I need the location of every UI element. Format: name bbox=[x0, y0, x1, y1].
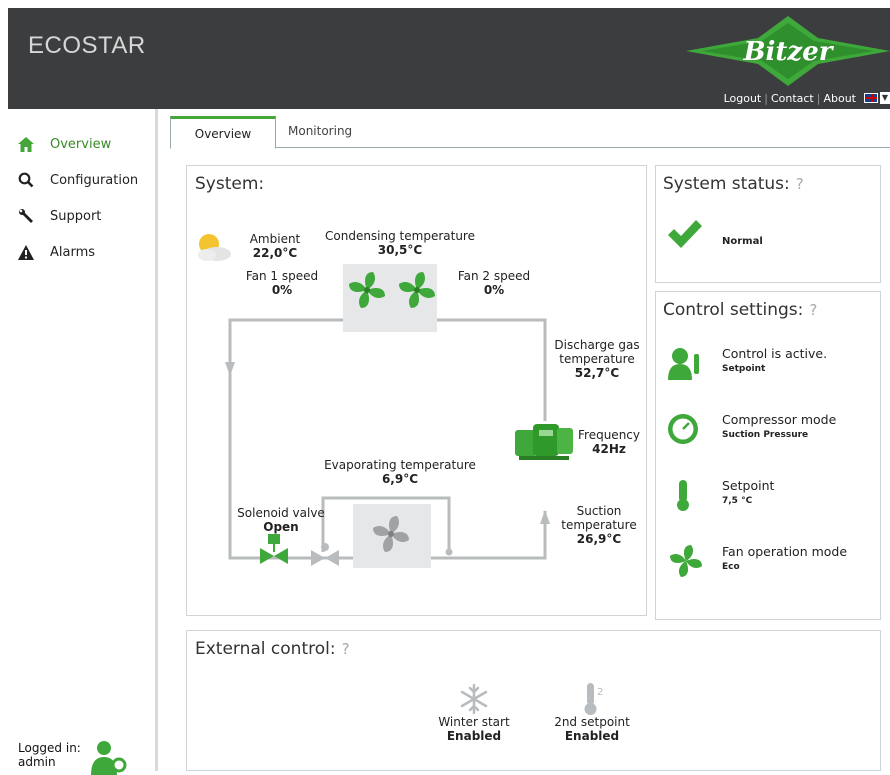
uk-flag-icon[interactable] bbox=[864, 93, 878, 103]
pipe-discharge bbox=[437, 318, 547, 421]
fan-2-icon bbox=[399, 272, 435, 308]
search-icon bbox=[18, 171, 40, 189]
external-control-panel: External control:? Winter start Enabled … bbox=[186, 630, 881, 771]
gauge-icon bbox=[668, 414, 698, 444]
setpoint-row: Setpoint 7,5 °C bbox=[666, 478, 774, 512]
setpoint-label: Setpoint bbox=[722, 478, 775, 493]
suction-value: 26,9°C bbox=[576, 532, 622, 546]
svg-text:Bitzer: Bitzer bbox=[743, 37, 835, 67]
winter-start-readout: Winter start Enabled bbox=[425, 715, 523, 743]
second-setpoint-icon: 2 bbox=[584, 683, 603, 715]
contact-link[interactable]: Contact bbox=[771, 92, 814, 105]
solenoid-readout: Solenoid valve Open bbox=[233, 506, 329, 534]
warning-icon bbox=[18, 243, 40, 261]
condensing-value: 30,5°C bbox=[377, 243, 423, 257]
sidebar-item-configuration[interactable]: Configuration bbox=[18, 171, 138, 189]
control-active-value: Setpoint bbox=[722, 364, 766, 374]
second-setpoint-readout: 2nd setpoint Enabled bbox=[543, 715, 641, 743]
ambient-readout: Ambient 22,0°C bbox=[241, 232, 309, 260]
bitzer-logo[interactable]: Bitzer bbox=[686, 14, 890, 88]
solenoid-valve-icon[interactable] bbox=[259, 534, 289, 564]
home-icon bbox=[18, 135, 40, 153]
compressor-mode-label: Compressor mode bbox=[722, 412, 837, 427]
sidebar-item-label: Support bbox=[50, 208, 102, 224]
sidebar: Overview Configuration Support Alarms Lo… bbox=[0, 109, 158, 775]
sidebar-item-support[interactable]: Support bbox=[18, 207, 101, 225]
sidebar-item-label: Configuration bbox=[50, 172, 139, 188]
frequency-value: 42Hz bbox=[592, 442, 626, 456]
external-control-title: External control: bbox=[195, 639, 336, 659]
tab-bar: Overview Monitoring bbox=[170, 116, 890, 149]
fan2-value: 0% bbox=[483, 283, 505, 297]
fan-icon bbox=[670, 545, 702, 577]
system-status-help-icon[interactable]: ? bbox=[796, 175, 804, 193]
checkmark-icon bbox=[668, 220, 702, 248]
sidebar-item-alarms[interactable]: Alarms bbox=[18, 243, 95, 261]
tab-monitoring[interactable]: Monitoring bbox=[288, 116, 352, 149]
about-link[interactable]: About bbox=[823, 92, 856, 105]
thermometer-icon bbox=[677, 480, 689, 511]
condensing-readout: Condensing temperature 30,5°C bbox=[317, 229, 483, 257]
external-control-help-icon[interactable]: ? bbox=[342, 640, 350, 658]
control-active-icon bbox=[668, 348, 699, 380]
control-settings-panel: Control settings:? Control is active. Se… bbox=[655, 291, 881, 620]
snowflake-icon bbox=[460, 683, 488, 715]
user-settings-icon[interactable] bbox=[88, 739, 128, 775]
weather-icon bbox=[198, 234, 231, 261]
fan2-readout: Fan 2 speed 0% bbox=[449, 269, 539, 297]
solenoid-value: Open bbox=[263, 520, 299, 534]
compressor-icon[interactable] bbox=[513, 420, 575, 462]
app-title: ECOSTAR bbox=[28, 32, 146, 59]
sidebar-item-overview[interactable]: Overview bbox=[18, 135, 111, 153]
username: admin bbox=[18, 755, 56, 769]
control-settings-help-icon[interactable]: ? bbox=[809, 301, 817, 319]
system-status-title: System status: bbox=[663, 174, 790, 194]
fan1-readout: Fan 1 speed 0% bbox=[239, 269, 325, 297]
compressor-mode-value: Suction Pressure bbox=[722, 430, 809, 440]
sidebar-item-label: Alarms bbox=[50, 244, 96, 260]
second-setpoint-value: Enabled bbox=[564, 729, 620, 743]
fan-mode-row: Fan operation mode Eco bbox=[666, 544, 847, 578]
discharge-readout: Discharge gas temperature 52,7°C bbox=[549, 338, 645, 380]
flow-arrow-up bbox=[540, 510, 550, 524]
system-panel: System: Ambient 22,0°C Condensing temper… bbox=[186, 165, 647, 616]
flow-arrow-down bbox=[225, 362, 235, 376]
fan-mode-label: Fan operation mode bbox=[722, 544, 848, 559]
tab-overview[interactable]: Overview bbox=[170, 116, 276, 149]
top-links: Logout | Contact | About ▼ bbox=[723, 91, 890, 105]
expansion-valve-icon bbox=[311, 543, 339, 566]
logged-in-label: Logged in: bbox=[18, 741, 81, 755]
compressor-mode-row: Compressor mode Suction Pressure bbox=[666, 412, 836, 446]
logout-link[interactable]: Logout bbox=[724, 92, 762, 105]
svg-text:2: 2 bbox=[597, 687, 603, 698]
evaporating-readout: Evaporating temperature 6,9°C bbox=[321, 458, 479, 486]
system-status-panel: System status:? Normal bbox=[655, 165, 881, 283]
control-active-label: Control is active. bbox=[722, 346, 828, 361]
discharge-value: 52,7°C bbox=[574, 366, 620, 380]
ambient-value: 22,0°C bbox=[252, 246, 298, 260]
evaporating-value: 6,9°C bbox=[381, 472, 419, 486]
login-info: Logged in: admin bbox=[18, 741, 81, 769]
status-value: Normal bbox=[722, 236, 763, 247]
fan-mode-value: Eco bbox=[722, 562, 740, 572]
top-header: ECOSTAR Bitzer Logout | Contact | About … bbox=[8, 8, 890, 109]
fan-1-icon bbox=[349, 272, 385, 308]
wrench-icon bbox=[18, 207, 40, 225]
fan1-value: 0% bbox=[271, 283, 293, 297]
winter-start-value: Enabled bbox=[446, 729, 502, 743]
suction-readout: Suction temperature 26,9°C bbox=[555, 504, 643, 546]
setpoint-value: 7,5 °C bbox=[722, 496, 753, 506]
control-active-row: Control is active. Setpoint bbox=[666, 346, 827, 380]
evaporator-fan-icon bbox=[373, 516, 409, 552]
control-settings-title: Control settings: bbox=[663, 300, 804, 320]
language-dropdown-icon[interactable]: ▼ bbox=[880, 92, 890, 104]
sidebar-item-label: Overview bbox=[50, 136, 112, 152]
frequency-readout: Frequency 42Hz bbox=[573, 428, 645, 456]
